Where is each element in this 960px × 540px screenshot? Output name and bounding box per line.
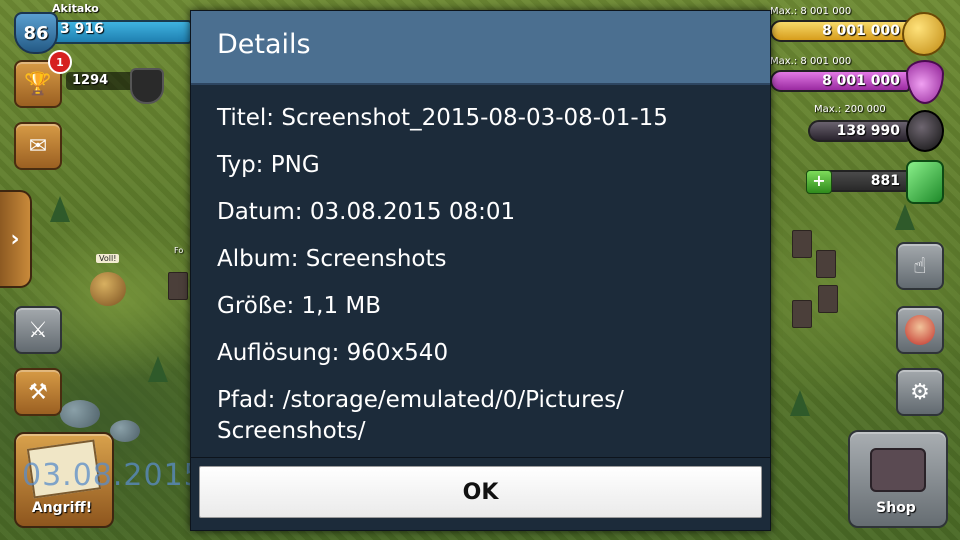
- dark-elixir-bar: 138 990: [808, 120, 910, 142]
- build-button[interactable]: ⚒: [14, 368, 62, 416]
- detail-album: Album: Screenshots: [217, 246, 447, 272]
- dialog-title: Details: [217, 29, 311, 60]
- edit-mode-button[interactable]: ☝: [896, 242, 944, 290]
- messages-button[interactable]: ✉: [14, 122, 62, 170]
- league-shield-icon[interactable]: [130, 68, 164, 104]
- detail-date: Datum: 03.08.2015 08:01: [217, 199, 516, 225]
- envelope-icon: ✉: [28, 133, 48, 159]
- player-name: Akitako: [52, 2, 99, 15]
- elixir-value: 8 001 000: [822, 73, 900, 89]
- tree-decoration: [148, 356, 168, 382]
- details-dialog: Details Titel: Screenshot_2015-08-03-08-…: [190, 10, 771, 531]
- plus-icon: +: [812, 171, 826, 190]
- clan-wars-button[interactable]: ⚔: [14, 306, 62, 354]
- attack-label: Angriff!: [31, 500, 93, 516]
- gear-icon: ⚙: [910, 379, 930, 405]
- gold-max-label: Max.: 8 001 000: [770, 6, 852, 17]
- gold-bar: 8 001 000: [770, 20, 910, 42]
- building-decoration: [792, 230, 812, 258]
- detail-path: Pfad: /storage/emulated/0/Pictures/ Scre…: [217, 387, 624, 444]
- village-sign: Fo: [174, 246, 184, 255]
- detail-resolution: Auflösung: 960x540: [217, 340, 449, 366]
- xp-value: 3 916: [60, 21, 104, 37]
- level-value: 86: [23, 22, 49, 44]
- gold-coin-icon: [902, 12, 946, 56]
- detail-type: Typ: PNG: [217, 152, 320, 178]
- hand-icon: ☝: [913, 253, 927, 279]
- gold-value: 8 001 000: [822, 23, 900, 39]
- tree-decoration: [790, 390, 810, 416]
- building-decoration: [816, 250, 836, 278]
- archer-portrait-icon: [905, 315, 935, 345]
- settings-button[interactable]: ⚙: [896, 368, 944, 416]
- elixir-max-label: Max.: 8 001 000: [770, 56, 852, 67]
- tree-decoration: [895, 204, 915, 230]
- profile-button[interactable]: [896, 306, 944, 354]
- crossed-swords-icon: ⚔: [28, 317, 48, 343]
- date-stamp-overlay: 03.08.2015: [22, 458, 204, 493]
- trophy-count: 1294: [72, 73, 109, 88]
- add-gems-button[interactable]: +: [806, 170, 832, 194]
- collector-decoration: [90, 272, 126, 306]
- dark-elixir-drop-icon: [906, 110, 944, 152]
- chevron-right-icon: ›: [10, 226, 20, 252]
- notification-count: 1: [56, 55, 64, 69]
- building-decoration: [168, 272, 188, 300]
- dark-elixir-value: 138 990: [836, 123, 900, 139]
- gem-icon: [906, 160, 944, 204]
- detail-title: Titel: Screenshot_2015-08-03-08-01-15: [217, 105, 668, 131]
- rock-decoration: [110, 420, 140, 442]
- gems-value: 881: [870, 173, 900, 189]
- dialog-footer: OK: [191, 457, 770, 530]
- level-badge[interactable]: 86: [14, 12, 58, 54]
- side-panel-toggle[interactable]: ›: [0, 190, 32, 288]
- shop-cart-icon: [870, 448, 926, 492]
- building-decoration: [818, 285, 838, 313]
- trophy-icon: 🏆: [24, 71, 52, 97]
- ok-button[interactable]: OK: [199, 466, 762, 518]
- detail-size: Größe: 1,1 MB: [217, 293, 382, 319]
- hammer-icon: ⚒: [28, 379, 48, 405]
- dark-elixir-max-label: Max.: 200 000: [814, 104, 886, 115]
- dialog-body: Titel: Screenshot_2015-08-03-08-01-15 Ty…: [217, 103, 757, 463]
- building-decoration: [792, 300, 812, 328]
- shop-label: Shop: [876, 500, 916, 516]
- village-sign: Voll!: [96, 254, 120, 263]
- notification-badge: 1: [48, 50, 72, 74]
- rock-decoration: [60, 400, 100, 428]
- dialog-header: Details: [191, 11, 770, 85]
- tree-decoration: [50, 196, 70, 222]
- elixir-bar: 8 001 000: [770, 70, 910, 92]
